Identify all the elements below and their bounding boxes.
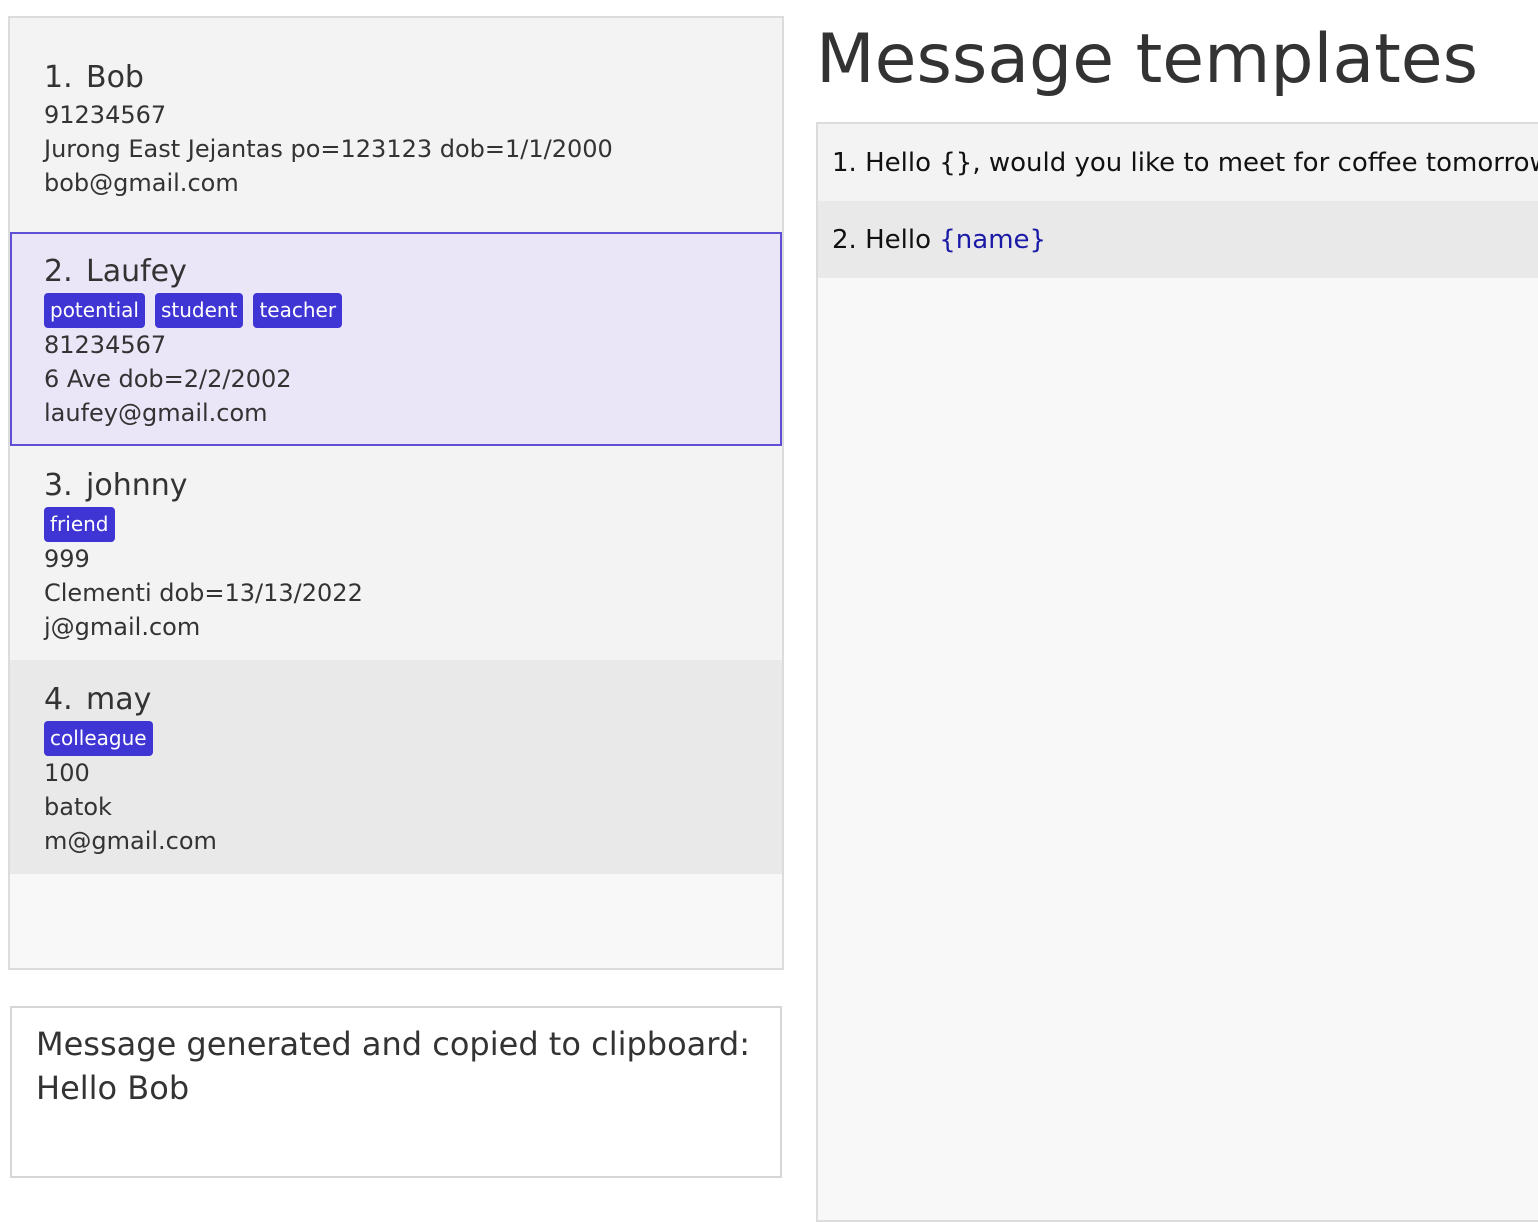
person-index: 3. — [44, 468, 73, 503]
person-address: 6 Ave dob=2/2/2002 — [44, 365, 292, 393]
template-text: 1. Hello {}, would you like to meet for … — [832, 147, 1538, 178]
result-message: Message generated and copied to clipboar… — [36, 1025, 750, 1063]
tag-badge: friend — [44, 506, 115, 542]
person-card-selected[interactable]: 2. Laufey potential student teacher 81234… — [10, 232, 782, 446]
tag-badge: potential — [44, 292, 145, 328]
person-index: 2. — [44, 254, 73, 289]
person-address: Jurong East Jejantas po=123123 dob=1/1/2… — [44, 135, 613, 163]
person-address: Clementi dob=13/13/2022 — [44, 579, 363, 607]
tag-list: colleague — [44, 720, 780, 756]
person-name-line: 3. johnny — [44, 466, 780, 506]
template-item[interactable]: 2. Hello {name} — [818, 201, 1538, 278]
tag-list: potential student teacher — [44, 292, 780, 328]
person-name: Laufey — [86, 254, 187, 289]
template-text: 2. Hello — [832, 224, 940, 255]
person-list-panel[interactable]: 1. Bob 91234567 Jurong East Jejantas po=1… — [8, 16, 784, 970]
person-email: m@gmail.com — [44, 827, 217, 855]
template-item[interactable]: 1. Hello {}, would you like to meet for … — [818, 124, 1538, 201]
person-name: may — [86, 682, 152, 717]
person-phone: 999 — [44, 545, 90, 573]
result-display[interactable]: Message generated and copied to clipboar… — [10, 1006, 782, 1178]
person-phone: 81234567 — [44, 331, 167, 359]
person-phone: 91234567 — [44, 101, 167, 129]
person-address: batok — [44, 793, 112, 821]
person-card[interactable]: 4. may colleague 100 batok m@gmail.com — [10, 660, 782, 874]
tag-badge: colleague — [44, 720, 153, 756]
result-generated-text: Hello Bob — [36, 1069, 190, 1107]
tag-list: friend — [44, 506, 780, 542]
person-card[interactable]: 1. Bob 91234567 Jurong East Jejantas po=1… — [10, 18, 782, 232]
person-name: Bob — [86, 60, 144, 95]
tag-badge: teacher — [253, 292, 343, 328]
person-name-line: 1. Bob — [44, 58, 780, 98]
person-name-line: 2. Laufey — [44, 252, 780, 292]
template-placeholder: {name} — [939, 224, 1047, 255]
person-name-line: 4. may — [44, 680, 780, 720]
person-email: bob@gmail.com — [44, 169, 239, 197]
template-list-panel[interactable]: 1. Hello {}, would you like to meet for … — [816, 122, 1538, 1222]
person-card[interactable]: 3. johnny friend 999 Clementi dob=13/13/2… — [10, 446, 782, 660]
person-index: 4. — [44, 682, 73, 717]
person-name: johnny — [86, 468, 188, 503]
tag-badge: student — [154, 292, 244, 328]
person-email: j@gmail.com — [44, 613, 201, 641]
person-email: laufey@gmail.com — [44, 399, 268, 427]
person-index: 1. — [44, 60, 73, 95]
person-phone: 100 — [44, 759, 90, 787]
templates-title: Message templates — [816, 20, 1479, 99]
